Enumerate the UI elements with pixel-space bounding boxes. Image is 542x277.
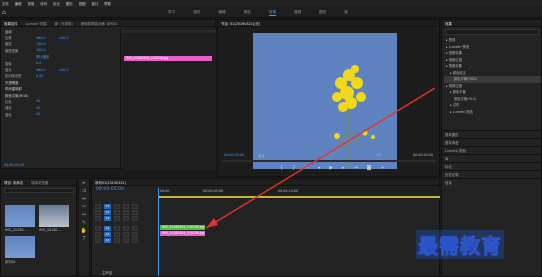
watermark: 最需教育	[416, 230, 504, 259]
